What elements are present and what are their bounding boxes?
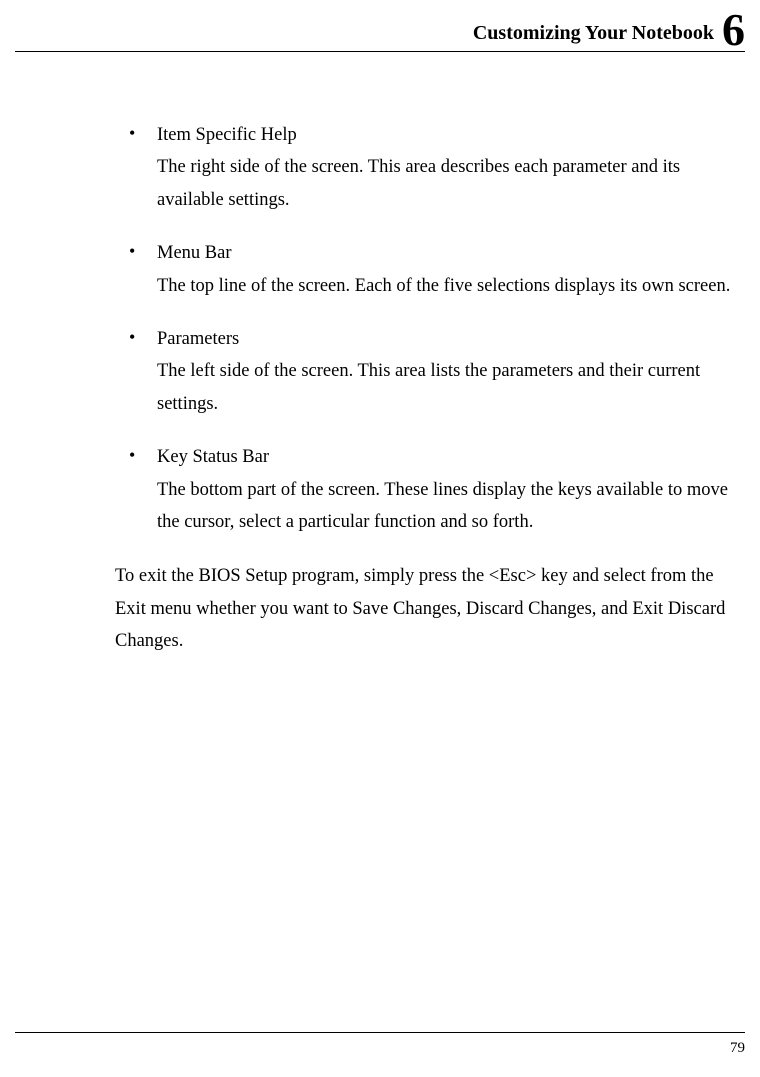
item-description: The right side of the screen. This area …	[157, 151, 735, 216]
chapter-number: 6	[722, 7, 745, 53]
item-description: The bottom part of the screen. These lin…	[157, 474, 735, 539]
body-paragraph: To exit the BIOS Setup program, simply p…	[115, 560, 735, 657]
item-title: Parameters	[157, 324, 735, 355]
page-number: 79	[730, 1040, 745, 1056]
list-item: Menu Bar The top line of the screen. Eac…	[115, 238, 735, 302]
bullet-list: Item Specific Help The right side of the…	[115, 120, 735, 538]
list-item: Key Status Bar The bottom part of the sc…	[115, 442, 735, 538]
list-item: Parameters The left side of the screen. …	[115, 324, 735, 420]
item-description: The top line of the screen. Each of the …	[157, 270, 735, 302]
page-content: Item Specific Help The right side of the…	[15, 120, 745, 658]
header-title: Customizing Your Notebook	[473, 22, 714, 45]
item-title: Item Specific Help	[157, 120, 735, 151]
page-header: Customizing Your Notebook 6	[15, 5, 745, 52]
item-title: Menu Bar	[157, 238, 735, 269]
list-item: Item Specific Help The right side of the…	[115, 120, 735, 216]
item-title: Key Status Bar	[157, 442, 735, 473]
item-description: The left side of the screen. This area l…	[157, 355, 735, 420]
page-footer: 79	[15, 1032, 745, 1057]
